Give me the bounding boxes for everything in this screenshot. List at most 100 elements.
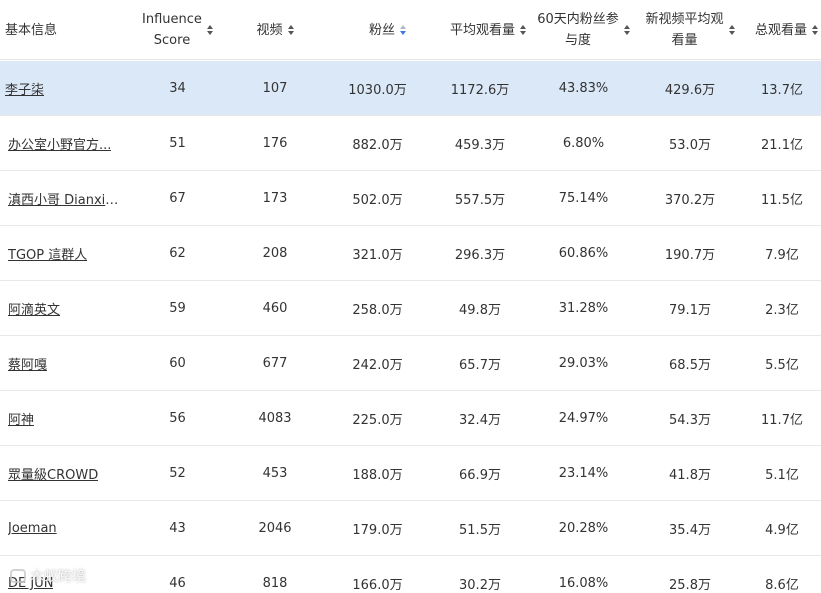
- videos-cell: 208: [225, 226, 325, 281]
- sort-desc-icon[interactable]: [400, 24, 406, 36]
- cell-value: 176: [262, 136, 288, 151]
- header-avg-views[interactable]: 平均观看量: [430, 0, 530, 60]
- cell-value: 59: [169, 301, 186, 316]
- cell-value: 20.28%: [558, 521, 609, 536]
- name-cell: 阿神: [0, 391, 130, 446]
- influencer-name-link[interactable]: 阿神: [8, 409, 34, 428]
- table-row[interactable]: DE JUN 46 818 166.0万 30.2万 16.08% 25.8万 8.6亿: [0, 556, 821, 593]
- cell-value: 11.7亿: [761, 413, 803, 428]
- cell-value: 62: [169, 246, 186, 261]
- engagement-cell: 29.03%: [530, 336, 637, 391]
- table-row[interactable]: 李子柒 34 107 1030.0万 1172.6万 43.83% 429.6万 13.7亿: [0, 61, 821, 116]
- videos-cell: 4083: [225, 391, 325, 446]
- cell-value: 502.0万: [352, 193, 403, 208]
- influencer-name-link[interactable]: 办公室小野官方...: [8, 134, 111, 153]
- new-avg-views-cell: 41.8万: [637, 446, 743, 501]
- cell-value: 4083: [258, 411, 292, 426]
- fans-cell: 242.0万: [325, 336, 430, 391]
- cell-value: 13.7亿: [761, 83, 803, 98]
- sort-icon[interactable]: [728, 24, 735, 36]
- new-avg-views-cell: 54.3万: [637, 391, 743, 446]
- cell-value: 75.14%: [558, 191, 609, 206]
- cell-value: 2046: [258, 521, 292, 536]
- sort-icon[interactable]: [287, 24, 294, 36]
- table-row[interactable]: Joeman 43 2046 179.0万 51.5万 20.28% 35.4万 4.9亿: [0, 501, 821, 556]
- table-row[interactable]: 蔡阿嘎 60 677 242.0万 65.7万 29.03% 68.5万 5.5亿: [0, 336, 821, 391]
- engagement-cell: 23.14%: [530, 446, 637, 501]
- cell-value: 32.4万: [459, 413, 501, 428]
- header-label: 基本信息: [5, 22, 58, 38]
- cell-value: 25.8万: [669, 578, 711, 593]
- influencer-name-link[interactable]: 眾量級CROWD: [8, 464, 98, 483]
- influencer-name-link[interactable]: Joeman: [8, 521, 57, 536]
- sort-icon[interactable]: [623, 24, 630, 36]
- header-total-views[interactable]: 总观看量: [743, 0, 821, 60]
- header-influence-score[interactable]: Influence Score: [130, 0, 225, 60]
- influence-score-cell: 56: [130, 391, 225, 446]
- table-row[interactable]: TGOP 這群人 62 208 321.0万 296.3万 60.86% 190.7万 7.9…: [0, 226, 821, 281]
- influencer-name-link[interactable]: 李子柒: [5, 79, 44, 98]
- fans-cell: 321.0万: [325, 226, 430, 281]
- header-new-avg-views[interactable]: 新视频平均观 看量: [637, 0, 743, 60]
- watermark-logo-icon: [10, 569, 26, 583]
- videos-cell: 173: [225, 171, 325, 226]
- influence-score-cell: 59: [130, 281, 225, 336]
- new-avg-views-cell: 25.8万: [637, 556, 743, 593]
- table-row[interactable]: 滇西小哥 Dianxi ... 67 173 502.0万 557.5万 75.14% 37…: [0, 171, 821, 226]
- cell-value: 677: [262, 356, 288, 371]
- sort-icon[interactable]: [812, 24, 818, 36]
- videos-cell: 2046: [225, 501, 325, 556]
- cell-value: 21.1亿: [761, 138, 803, 153]
- influence-score-cell: 52: [130, 446, 225, 501]
- table-row[interactable]: 办公室小野官方... 51 176 882.0万 459.3万 6.80% 53.0万 21.…: [0, 116, 821, 171]
- name-cell: 蔡阿嘎: [0, 336, 130, 391]
- videos-cell: 818: [225, 556, 325, 593]
- cell-value: 23.14%: [558, 466, 609, 481]
- cell-value: 53.0万: [669, 138, 711, 153]
- cell-value: 882.0万: [352, 138, 403, 153]
- engagement-cell: 75.14%: [530, 171, 637, 226]
- influence-score-cell: 34: [130, 61, 225, 116]
- table-row[interactable]: 阿神 56 4083 225.0万 32.4万 24.97% 54.3万 11.7亿: [0, 391, 821, 446]
- cell-value: 107: [262, 81, 288, 96]
- total-views-cell: 5.5亿: [743, 336, 821, 391]
- name-cell: 滇西小哥 Dianxi ...: [0, 171, 130, 226]
- table-row[interactable]: 眾量級CROWD 52 453 188.0万 66.9万 23.14% 41.8万 5.1亿: [0, 446, 821, 501]
- total-views-cell: 11.7亿: [743, 391, 821, 446]
- fans-cell: 188.0万: [325, 446, 430, 501]
- avg-views-cell: 65.7万: [430, 336, 530, 391]
- cell-value: 321.0万: [352, 248, 403, 263]
- header-label: 60天内粉丝参 与度: [537, 9, 619, 51]
- name-cell: 办公室小野官方...: [0, 116, 130, 171]
- cell-value: 453: [262, 466, 288, 481]
- cell-value: 24.97%: [558, 411, 609, 426]
- total-views-cell: 8.6亿: [743, 556, 821, 593]
- cell-value: 79.1万: [669, 303, 711, 318]
- engagement-cell: 60.86%: [530, 226, 637, 281]
- influencer-name-link[interactable]: 阿滴英文: [8, 299, 60, 318]
- header-videos[interactable]: 视频: [225, 0, 325, 60]
- cell-value: 188.0万: [352, 468, 403, 483]
- name-cell: TGOP 這群人: [0, 226, 130, 281]
- avg-views-cell: 51.5万: [430, 501, 530, 556]
- header-fans[interactable]: 粉丝: [325, 0, 430, 60]
- influencer-name-link[interactable]: 蔡阿嘎: [8, 354, 47, 373]
- influencer-name-link[interactable]: 滇西小哥 Dianxi ...: [8, 189, 120, 208]
- header-engagement[interactable]: 60天内粉丝参 与度: [530, 0, 637, 60]
- cell-value: 16.08%: [558, 576, 609, 591]
- sort-icon[interactable]: [206, 24, 213, 36]
- cell-value: 43: [169, 521, 186, 536]
- cell-value: 51.5万: [459, 523, 501, 538]
- header-label-line: 60天内粉丝参: [537, 12, 619, 27]
- cell-value: 29.03%: [558, 356, 609, 371]
- cell-value: 557.5万: [454, 193, 506, 208]
- header-label-line: Influence: [142, 12, 202, 27]
- cell-value: 49.8万: [459, 303, 501, 318]
- table-row[interactable]: 阿滴英文 59 460 258.0万 49.8万 31.28% 79.1万 2.3亿: [0, 281, 821, 336]
- influencer-name-link[interactable]: TGOP 這群人: [8, 244, 87, 263]
- header-label: 总观看量: [754, 22, 807, 38]
- avg-views-cell: 296.3万: [430, 226, 530, 281]
- cell-value: 7.9亿: [765, 248, 799, 263]
- influence-score-cell: 46: [130, 556, 225, 593]
- sort-icon[interactable]: [520, 24, 526, 36]
